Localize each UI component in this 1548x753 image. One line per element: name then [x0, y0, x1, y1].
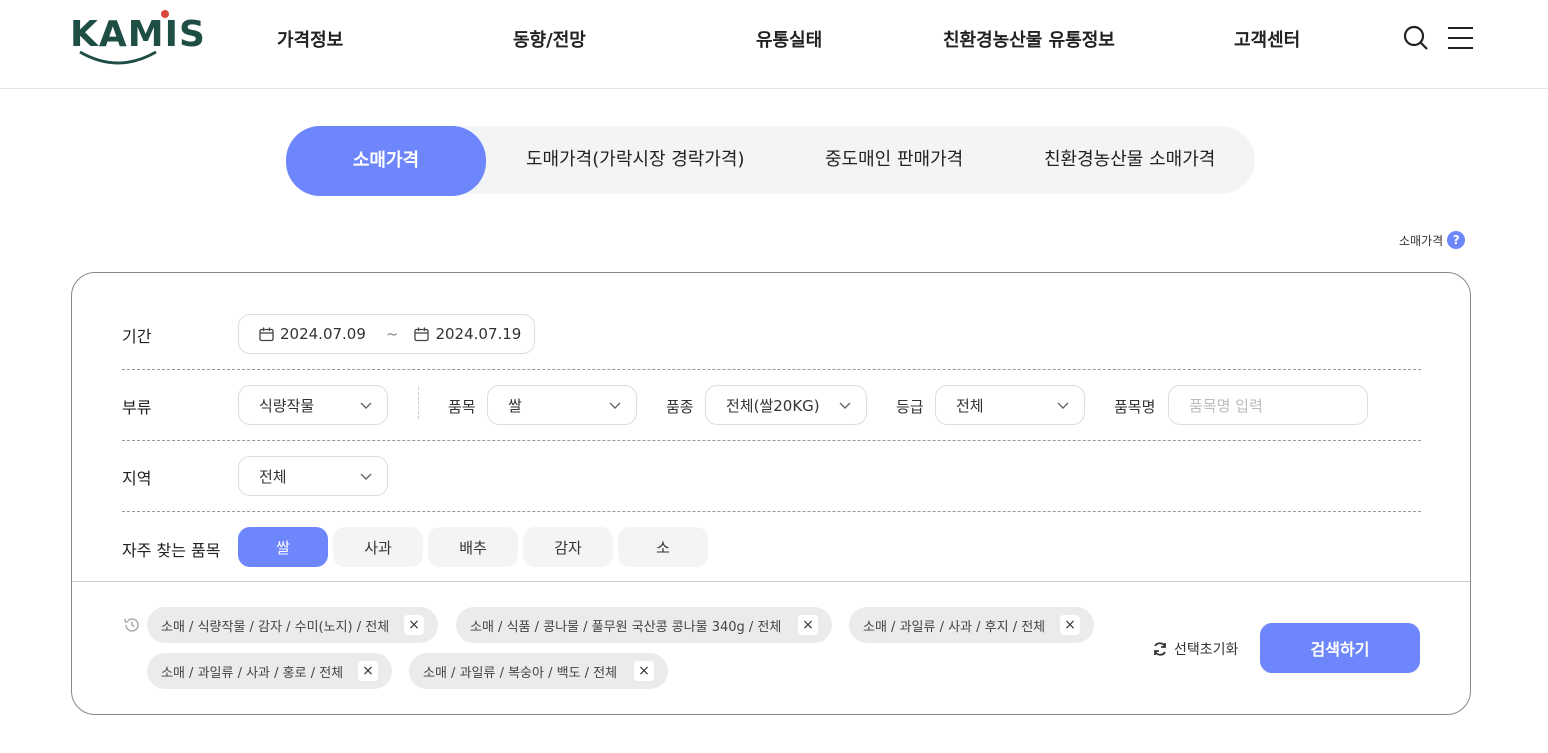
reset-selection-button[interactable]: 선택초기화 — [1152, 639, 1238, 659]
search-button[interactable]: 검색하기 — [1260, 623, 1420, 673]
chevron-down-icon — [839, 402, 851, 409]
frequent-item-beef[interactable]: 소 — [618, 527, 708, 567]
help-icon[interactable]: ? — [1447, 231, 1466, 249]
history-tag[interactable]: 소매 / 식품 / 콩나물 / 풀무원 국산콩 콩나물 340g / 전체 × — [456, 607, 832, 643]
tab-eco-retail-price[interactable]: 친환경농산물 소매가격 — [1044, 126, 1215, 194]
history-separator — [72, 581, 1470, 582]
close-icon[interactable]: × — [358, 661, 378, 681]
nav-eco-distribution[interactable]: 친환경농산물 유통정보 — [943, 26, 1115, 52]
close-icon[interactable]: × — [404, 615, 424, 635]
region-label: 지역 — [122, 469, 152, 488]
close-icon[interactable]: × — [634, 661, 654, 681]
history-tag-label: 소매 / 식품 / 콩나물 / 풀무원 국산콩 콩나물 340g / 전체 — [470, 619, 782, 635]
grade-select[interactable]: 전체 — [935, 385, 1085, 425]
nav-customer-center[interactable]: 고객센터 — [1234, 26, 1300, 52]
logo-swoosh-icon — [79, 50, 157, 65]
price-help[interactable]: 소매가격 ? — [1399, 231, 1466, 249]
calendar-icon — [259, 327, 274, 341]
item-name-label: 품목명 — [1114, 398, 1156, 416]
date-separator: ~ — [385, 325, 399, 343]
history-tag-label: 소매 / 과일류 / 사과 / 홍로 / 전체 — [161, 665, 344, 681]
category-value: 식량작물 — [259, 396, 315, 415]
close-icon[interactable]: × — [798, 615, 818, 635]
item-label: 품목 — [448, 398, 476, 416]
variety-select[interactable]: 전체(쌀20KG) — [705, 385, 867, 425]
help-label: 소매가격 — [1399, 233, 1444, 248]
category-select[interactable]: 식량작물 — [238, 385, 388, 425]
history-tag-label: 소매 / 과일류 / 사과 / 후지 / 전체 — [863, 619, 1046, 635]
nav-distribution[interactable]: 유통실태 — [756, 26, 822, 52]
item-name-placeholder: 품목명 입력 — [1189, 396, 1263, 415]
chevron-down-icon — [1057, 402, 1069, 409]
item-value: 쌀 — [508, 396, 522, 415]
refresh-icon — [1154, 642, 1166, 656]
row-divider — [122, 511, 1421, 512]
grade-label: 등급 — [896, 398, 924, 416]
search-panel: 기간 2024.07.09 ~ 2024.07.19 부류 식량작물 품목 쌀 … — [71, 272, 1471, 715]
history-tag-label: 소매 / 과일류 / 복숭아 / 백도 / 전체 — [423, 665, 618, 681]
chevron-down-icon — [360, 402, 372, 409]
nav-price-info[interactable]: 가격정보 — [277, 26, 343, 52]
header-icons — [1402, 24, 1474, 52]
date-range-field[interactable]: 2024.07.09 ~ 2024.07.19 — [238, 314, 535, 354]
close-icon[interactable]: × — [1060, 615, 1080, 635]
item-name-input[interactable]: 품목명 입력 — [1168, 385, 1368, 425]
grade-value: 전체 — [956, 396, 984, 415]
chevron-down-icon — [609, 402, 621, 409]
search-icon[interactable] — [1402, 24, 1430, 52]
price-tabs: 소매가격 도매가격(가락시장 경락가격) 중도매인 판매가격 친환경농산물 소매… — [286, 126, 1255, 196]
region-select[interactable]: 전체 — [238, 456, 388, 496]
frequent-items-label: 자주 찾는 품목 — [122, 541, 221, 560]
history-tag-label: 소매 / 식량작물 / 감자 / 수미(노지) / 전체 — [161, 619, 390, 635]
item-select[interactable]: 쌀 — [487, 385, 637, 425]
row-divider — [122, 440, 1421, 441]
period-label: 기간 — [122, 327, 152, 346]
kamis-logo[interactable]: KAMIS — [70, 10, 205, 70]
history-tag[interactable]: 소매 / 과일류 / 복숭아 / 백도 / 전체 × — [409, 653, 668, 689]
frequent-item-potato[interactable]: 감자 — [523, 527, 613, 567]
tab-wholesale-price[interactable]: 도매가격(가락시장 경락가격) — [526, 126, 745, 194]
nav-trend-forecast[interactable]: 동향/전망 — [513, 26, 586, 52]
region-value: 전체 — [259, 467, 287, 486]
frequent-item-apple[interactable]: 사과 — [333, 527, 423, 567]
row-divider — [122, 369, 1421, 370]
frequent-item-rice[interactable]: 쌀 — [238, 527, 328, 567]
frequent-item-cabbage[interactable]: 배추 — [428, 527, 518, 567]
calendar-icon — [414, 327, 430, 341]
field-separator — [418, 387, 419, 419]
history-tag[interactable]: 소매 / 식량작물 / 감자 / 수미(노지) / 전체 × — [147, 607, 438, 643]
variety-label: 품종 — [666, 398, 694, 416]
history-tag[interactable]: 소매 / 과일류 / 사과 / 홍로 / 전체 × — [147, 653, 392, 689]
tab-retail-price[interactable]: 소매가격 — [286, 126, 486, 196]
tab-broker-price[interactable]: 중도매인 판매가격 — [825, 126, 963, 194]
history-tag[interactable]: 소매 / 과일류 / 사과 / 후지 / 전체 × — [849, 607, 1094, 643]
menu-icon[interactable] — [1446, 24, 1474, 52]
history-icon — [124, 618, 139, 632]
site-header: KAMIS 가격정보 동향/전망 유통실태 친환경농산물 유통정보 고객센터 — [0, 0, 1548, 89]
date-to-value: 2024.07.19 — [435, 325, 522, 343]
date-from[interactable]: 2024.07.09 — [259, 325, 366, 343]
chevron-down-icon — [360, 473, 372, 480]
variety-value: 전체(쌀20KG) — [726, 396, 820, 415]
date-to[interactable]: 2024.07.19 — [414, 325, 521, 343]
category-label: 부류 — [122, 398, 152, 417]
reset-label: 선택초기화 — [1174, 642, 1239, 658]
date-from-value: 2024.07.09 — [280, 325, 366, 343]
